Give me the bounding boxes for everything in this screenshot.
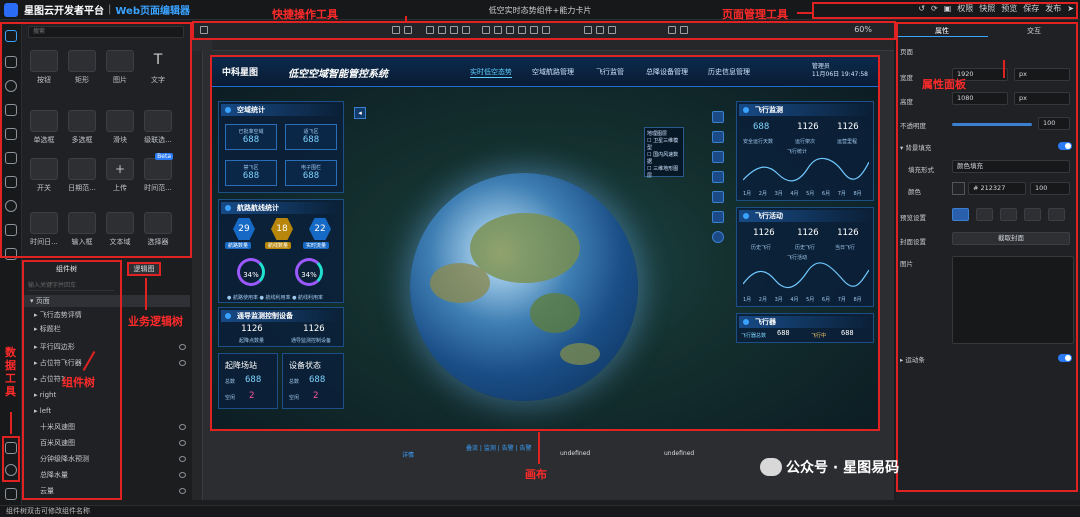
eye-icon[interactable] bbox=[179, 488, 186, 494]
ruler-vertical bbox=[192, 51, 203, 500]
annotation-data-tools: 数据工具 bbox=[5, 346, 16, 398]
annotation-arrow bbox=[538, 432, 540, 464]
canvas-bottom-undefined-1: undefined bbox=[560, 450, 591, 457]
lock-icon[interactable] bbox=[179, 360, 186, 366]
annotation-arrow bbox=[405, 16, 407, 22]
status-bar: 组件树双击可修改组件名称 bbox=[0, 505, 1080, 517]
annotation-page-management: 页面管理工具 bbox=[722, 8, 788, 21]
annotation-canvas: 画布 bbox=[525, 468, 547, 481]
lock-icon[interactable] bbox=[179, 344, 186, 350]
eye-icon[interactable] bbox=[179, 440, 186, 446]
eye-icon[interactable] bbox=[179, 456, 186, 462]
annotation-box-components bbox=[0, 22, 192, 258]
watermark: 公众号 · 星图易码 bbox=[760, 457, 899, 477]
annotation-box-data-tools bbox=[2, 436, 20, 482]
canvas-bottom-undefined-2: undefined bbox=[664, 450, 695, 457]
eye-icon[interactable] bbox=[179, 472, 186, 478]
annotation-box-logic bbox=[127, 262, 161, 276]
annotation-property-panel: 属性面板 bbox=[922, 78, 966, 91]
annotation-arrow bbox=[145, 278, 147, 310]
annotation-quick-tools: 快捷操作工具 bbox=[272, 8, 338, 21]
annotation-arrow bbox=[1003, 60, 1005, 78]
annotation-box-page-mgmt bbox=[812, 2, 1078, 19]
eye-icon[interactable] bbox=[179, 424, 186, 430]
annotation-logic-tree: 业务逻辑树 bbox=[128, 315, 183, 328]
panel-toggle-icon[interactable] bbox=[5, 488, 17, 500]
app-subtitle: Web页面编辑器 bbox=[115, 6, 190, 17]
app-logo-icon bbox=[4, 2, 18, 17]
annotation-box-props bbox=[896, 22, 1078, 492]
title-separator: | bbox=[108, 4, 112, 15]
annotation-arrow bbox=[797, 12, 813, 14]
wechat-icon bbox=[760, 458, 782, 476]
annotation-box-canvas bbox=[210, 55, 880, 431]
ruler-horizontal bbox=[212, 40, 894, 51]
canvas-bottom-tabs: 叠流 | 监测 | 告警 | 告警 bbox=[466, 445, 532, 452]
app-title: 星图云开发者平台 bbox=[24, 6, 104, 17]
annotation-arrow bbox=[10, 412, 12, 434]
annotation-component-tree: 组件树 bbox=[62, 376, 95, 389]
canvas-bottom-detail: 详情 bbox=[402, 452, 415, 459]
annotation-box-toolbar bbox=[192, 21, 896, 40]
